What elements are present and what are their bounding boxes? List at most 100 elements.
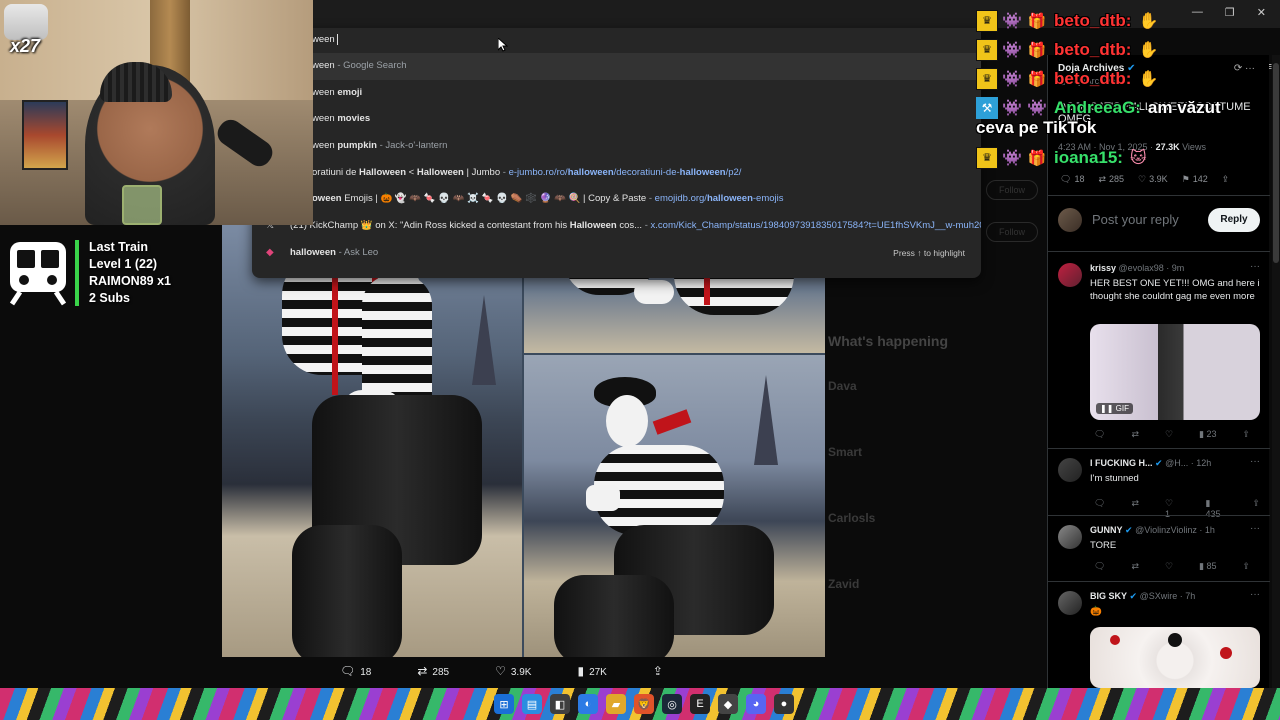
trend-item[interactable]: Carlosls <box>828 511 948 525</box>
folder-icon[interactable]: ▰ <box>606 694 626 714</box>
gift-icon: 🎁 <box>1027 149 1047 167</box>
heart-icon[interactable]: ♡ <box>1165 429 1173 440</box>
reply-header: krissy @evolax98 · 9m <box>1090 263 1184 273</box>
chat-username: beto_dtb: <box>1054 39 1132 59</box>
follow-button[interactable]: Follow <box>986 222 1038 242</box>
repost-icon[interactable]: ⇄ <box>1131 429 1139 440</box>
sword-icon: ⚒ <box>976 96 998 119</box>
history-bold: Halloween <box>359 166 407 178</box>
reply-item[interactable]: GUNNY ✔ @ViolinzViolinz · 1h ··· TORE 🗨 ⇄… <box>1058 523 1260 581</box>
reply-header: BIG SKY ✔ @SXwire · 7h <box>1090 591 1195 602</box>
repost-action[interactable]: ⇄ 285 <box>417 664 449 678</box>
more-icon[interactable]: ··· <box>1250 261 1260 272</box>
text-caret <box>336 34 338 45</box>
like-stat[interactable]: ♡ 3.9K <box>1138 174 1168 185</box>
webcam-overlay: x27 <box>0 0 313 225</box>
like-action[interactable]: ♡ 3.9K <box>495 664 531 678</box>
reply-action[interactable]: 🗨 18 <box>340 664 371 678</box>
suggestion-text: ween <box>312 140 338 152</box>
app-icon[interactable]: ● <box>774 694 794 714</box>
omnibox-dropdown: ween ween - Google Search ween emoji wee… <box>252 28 981 278</box>
history-item[interactable]: oween Emojis | 🎃 👻 🦇 🍬 💀 🦇 ☠️ 🍬 💀 ⚰️ 🕸️ … <box>252 186 981 213</box>
gift-icon: 🎁 <box>1027 12 1047 30</box>
more-icon[interactable]: ··· <box>1250 456 1260 467</box>
trend-item[interactable]: Zavid <box>828 577 948 591</box>
views-stat[interactable]: ▮ 23 <box>1199 429 1216 440</box>
heart-icon[interactable]: ♡ <box>1165 561 1173 572</box>
views-action[interactable]: ▮ 27K <box>577 664 606 678</box>
reply-text: HER BEST ONE YET!!! OMG and here i thoug… <box>1090 278 1260 302</box>
history-dash: - <box>642 220 651 232</box>
views-count: 23 <box>1206 429 1217 439</box>
follow-button[interactable]: Follow <box>986 180 1038 200</box>
reply-button[interactable]: Reply <box>1208 208 1260 232</box>
history-bold: oween <box>312 193 342 205</box>
discord-icon[interactable]: ◕ <box>746 694 766 714</box>
history-item[interactable]: oratiuni de Halloween < Halloween | Jumb… <box>252 160 981 187</box>
history-text: | Copy & Paste <box>583 193 647 205</box>
trend-item[interactable]: Smart <box>828 445 948 459</box>
share-action[interactable]: ⇪ <box>653 664 668 678</box>
history-url: -emojis <box>752 193 784 205</box>
post-image[interactable] <box>222 225 825 657</box>
repost-stat[interactable]: ⇄ 285 <box>1098 174 1124 185</box>
gif-media[interactable]: ❚❚ GIF <box>1090 324 1260 420</box>
history-text: Emojis | 🎃 👻 🦇 🍬 💀 🦇 ☠️ 🍬 💀 ⚰️ 🕸️ 🔮 🦇 🍭 <box>341 193 584 205</box>
post-action-bar: 🗨 18 ⇄ 285 ♡ 3.9K ▮ 27K ⇪ <box>340 664 668 678</box>
task-view-icon[interactable]: ◧ <box>550 694 570 714</box>
bookmark-stat[interactable]: ⚑ 142 <box>1182 174 1208 185</box>
ask-leo-item[interactable]: ◆ halloween - Ask Leo Press ↑ to highlig… <box>252 240 981 267</box>
chat-message: ♛ 👾 🎁 beto_dtb: ✋ <box>976 35 1276 64</box>
reply-input[interactable]: Post your reply <box>1092 212 1179 227</box>
epic-icon[interactable]: E <box>690 694 710 714</box>
pause-icon[interactable]: ❚❚ <box>1100 404 1113 413</box>
image-media[interactable] <box>1090 627 1260 688</box>
avatar <box>1058 263 1082 287</box>
reply-stat[interactable]: 🗨 18 <box>1060 174 1084 185</box>
comment-icon[interactable]: 🗨 <box>1094 561 1105 572</box>
verified-icon: ✔ <box>1155 458 1163 468</box>
reply-handle: @SXwire · 7h <box>1139 591 1196 601</box>
share-stat[interactable]: ⇪ <box>1222 174 1233 185</box>
brave-icon[interactable]: 🦁 <box>634 694 654 714</box>
combo-multiplier: x27 <box>10 36 41 56</box>
post-stats: 🗨 18 ⇄ 285 ♡ 3.9K ⚑ 142 ⇪ <box>1060 174 1232 185</box>
trend-item[interactable]: Dava <box>828 379 948 393</box>
heart-icon: ♡ <box>1138 174 1147 184</box>
reply-item[interactable]: I FUCKING H... ✔ @H... · 12h ··· I'm stu… <box>1058 456 1260 519</box>
history-text: cos... <box>616 220 643 232</box>
reply-item[interactable]: krissy @evolax98 · 9m ··· HER BEST ONE Y… <box>1058 261 1260 443</box>
suggestion-item[interactable]: ween movies <box>252 106 981 133</box>
history-url: emojidb.org/ <box>654 193 707 205</box>
repost-icon[interactable]: ⇄ <box>1131 561 1139 572</box>
suggestion-item[interactable]: ween emoji <box>252 80 981 107</box>
widgets-icon[interactable]: ▤ <box>522 694 542 714</box>
repost-icon: ⇄ <box>1098 174 1106 184</box>
suggestion-item[interactable]: ween - Google Search <box>252 53 981 80</box>
reply-text: I'm stunned <box>1090 473 1139 484</box>
train-progress-bar <box>75 240 79 306</box>
windows-start-icon[interactable]: ⊞ <box>494 694 514 714</box>
more-icon[interactable]: ··· <box>1250 523 1260 534</box>
suggestion-item[interactable]: ween pumpkin - Jack-o'-lantern <box>252 133 981 160</box>
verified-icon: ✔ <box>1129 591 1138 601</box>
share-icon[interactable]: ⇪ <box>1243 429 1251 440</box>
share-icon: ⇪ <box>652 664 663 678</box>
image-panel-left <box>222 225 522 657</box>
address-input[interactable]: ween <box>252 28 981 53</box>
app-icon[interactable]: ◆ <box>718 694 738 714</box>
more-icon[interactable]: ··· <box>1250 589 1260 600</box>
history-url-bold: halloween <box>679 166 726 178</box>
chart-icon: ▮ <box>577 664 585 678</box>
suggestion-bold: pumpkin <box>337 140 377 152</box>
reply-item[interactable]: BIG SKY ✔ @SXwire · 7h ··· 🎃 <box>1058 589 1260 688</box>
history-url: /decoratiuni-de- <box>613 166 680 178</box>
share-icon[interactable]: ⇪ <box>1243 561 1251 572</box>
x-history-item[interactable]: 𝕏 (21) KickChamp 👑 on X: "Adin Ross kick… <box>252 213 981 240</box>
history-url: x.com/Kick_Champ/status/1984097391835017… <box>650 220 981 232</box>
steam-icon[interactable]: ◎ <box>662 694 682 714</box>
edge-icon[interactable]: ◐ <box>578 694 598 714</box>
train-title: Last Train <box>89 240 149 254</box>
views-stat[interactable]: ▮ 85 <box>1199 561 1216 572</box>
comment-icon[interactable]: 🗨 <box>1094 429 1105 440</box>
